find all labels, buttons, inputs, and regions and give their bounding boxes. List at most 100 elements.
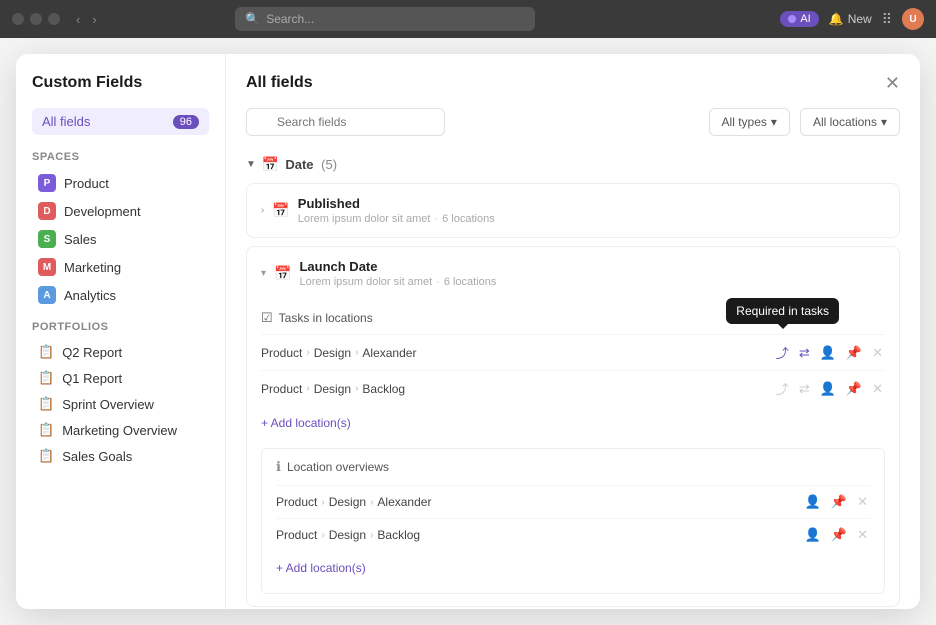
tasks-add-location-button[interactable]: + Add location(s) bbox=[261, 410, 351, 436]
path-arrow: › bbox=[370, 530, 373, 541]
user-icon[interactable]: 👤 bbox=[803, 492, 823, 512]
marketing-space-icon: M bbox=[38, 258, 56, 276]
pin-icon[interactable]: 📌 bbox=[844, 379, 864, 399]
new-label: New bbox=[848, 12, 872, 26]
sidebar-item-q1-report[interactable]: 📋 Q1 Report bbox=[32, 365, 209, 391]
panel-title: All fields bbox=[246, 74, 313, 92]
calendar-icon: 📅 bbox=[262, 156, 279, 173]
sidebar-item-analytics[interactable]: A Analytics bbox=[32, 281, 209, 309]
path-arrow: › bbox=[306, 347, 309, 358]
remove-icon[interactable]: ✕ bbox=[855, 492, 870, 512]
portfolios-label: Portfolios bbox=[32, 321, 209, 333]
tasks-in-locations-body: ☑ Tasks in locations Required in tasks P… bbox=[247, 300, 899, 448]
chevron-down-icon: ▾ bbox=[881, 115, 887, 129]
launch-date-field-name: Launch Date bbox=[299, 259, 885, 274]
pin-icon[interactable]: 📌 bbox=[844, 343, 864, 363]
nav-arrows: ‹ › bbox=[72, 10, 101, 29]
external-link-icon[interactable]: ⤴ bbox=[774, 377, 791, 400]
sidebar-item-development[interactable]: D Development bbox=[32, 197, 209, 225]
traffic-lights bbox=[12, 13, 60, 25]
user-icon[interactable]: 👤 bbox=[818, 343, 838, 363]
location-overviews-label: Location overviews bbox=[287, 460, 389, 474]
link-icon[interactable]: ⇄ bbox=[797, 343, 812, 363]
sidebar-item-marketing[interactable]: M Marketing bbox=[32, 253, 209, 281]
path-arrow: › bbox=[355, 347, 358, 358]
tasks-location-path-2: Product › Design › Backlog bbox=[261, 382, 774, 396]
chevron-down-icon: ▾ bbox=[771, 115, 777, 129]
ai-label: AI bbox=[800, 13, 810, 25]
forward-arrow[interactable]: › bbox=[88, 10, 100, 29]
field-search-input[interactable] bbox=[246, 108, 445, 136]
date-section-header[interactable]: ▼ 📅 Date (5) bbox=[246, 152, 900, 177]
global-search[interactable]: 🔍 Search... bbox=[235, 7, 535, 31]
all-fields-count: 96 bbox=[173, 115, 199, 129]
published-calendar-icon: 📅 bbox=[272, 202, 289, 219]
avatar[interactable]: U bbox=[902, 8, 924, 30]
panel: All fields ✕ 🔍 All types ▾ All locations… bbox=[226, 54, 920, 609]
location-filter-button[interactable]: All locations ▾ bbox=[800, 108, 900, 136]
titlebar: ‹ › 🔍 Search... AI 🔔 New ⠿ U bbox=[0, 0, 936, 38]
development-label: Development bbox=[64, 204, 141, 219]
sales-label: Sales bbox=[64, 232, 97, 247]
sales-space-icon: S bbox=[38, 230, 56, 248]
user-icon[interactable]: 👤 bbox=[803, 525, 823, 545]
sidebar-item-sales[interactable]: S Sales bbox=[32, 225, 209, 253]
tasks-location-row-1: Product › Design › Alexander ⤴ ⇄ 👤 📌 bbox=[261, 334, 885, 370]
published-chevron-icon: › bbox=[261, 205, 264, 216]
tasks-location-row-2: Product › Design › Backlog ⤴ ⇄ 👤 📌 bbox=[261, 370, 885, 406]
overview-location-actions-2: 👤 📌 ✕ bbox=[803, 525, 870, 545]
product-space-icon: P bbox=[38, 174, 56, 192]
overviews-add-location-button[interactable]: + Add location(s) bbox=[276, 555, 366, 581]
overview-location-path-2: Product › Design › Backlog bbox=[276, 528, 803, 542]
date-section: ▼ 📅 Date (5) › 📅 Published bbox=[246, 152, 900, 607]
modal-wrapper: Custom Fields All fields 96 Spaces P Pro… bbox=[16, 54, 920, 609]
sidebar-item-marketing-overview[interactable]: 📋 Marketing Overview bbox=[32, 417, 209, 443]
sidebar-title: Custom Fields bbox=[32, 74, 209, 92]
check-icon: ☑ bbox=[261, 310, 273, 326]
minimize-traffic-light[interactable] bbox=[30, 13, 42, 25]
grid-icon[interactable]: ⠿ bbox=[882, 11, 892, 28]
sidebar-item-q2-report[interactable]: 📋 Q2 Report bbox=[32, 339, 209, 365]
location-overviews-header[interactable]: ℹ Location overviews bbox=[262, 449, 884, 485]
launch-date-field-meta: Lorem ipsum dolor sit amet · 6 locations bbox=[299, 276, 885, 288]
new-button[interactable]: 🔔 New bbox=[829, 12, 872, 26]
remove-icon[interactable]: ✕ bbox=[870, 343, 885, 363]
sidebar: Custom Fields All fields 96 Spaces P Pro… bbox=[16, 54, 226, 609]
portfolio-icon: 📋 bbox=[38, 370, 54, 386]
maximize-traffic-light[interactable] bbox=[48, 13, 60, 25]
sprint-overview-label: Sprint Overview bbox=[62, 397, 154, 412]
ai-badge[interactable]: AI bbox=[780, 11, 818, 27]
published-field-header[interactable]: › 📅 Published Lorem ipsum dolor sit amet… bbox=[247, 184, 899, 237]
path-arrow: › bbox=[355, 383, 358, 394]
q1-report-label: Q1 Report bbox=[62, 371, 122, 386]
external-link-icon[interactable]: ⤴ bbox=[774, 341, 791, 364]
location-filter-label: All locations bbox=[813, 115, 877, 129]
type-filter-label: All types bbox=[722, 115, 767, 129]
close-button[interactable]: ✕ bbox=[885, 74, 900, 92]
remove-icon[interactable]: ✕ bbox=[855, 525, 870, 545]
path-arrow: › bbox=[321, 497, 324, 508]
back-arrow[interactable]: ‹ bbox=[72, 10, 84, 29]
all-fields-button[interactable]: All fields 96 bbox=[32, 108, 209, 135]
portfolio-icon: 📋 bbox=[38, 344, 54, 360]
filters-row: 🔍 All types ▾ All locations ▾ bbox=[246, 108, 900, 136]
launch-date-field-header[interactable]: ▾ 📅 Launch Date Lorem ipsum dolor sit am… bbox=[247, 247, 899, 300]
tasks-location-actions-2: ⤴ ⇄ 👤 📌 ✕ bbox=[774, 377, 885, 400]
q2-report-label: Q2 Report bbox=[62, 345, 122, 360]
pin-icon[interactable]: 📌 bbox=[829, 525, 849, 545]
location-overviews-body: Product › Design › Alexander 👤 📌 ✕ bbox=[262, 485, 884, 593]
remove-icon[interactable]: ✕ bbox=[870, 379, 885, 399]
sidebar-item-product[interactable]: P Product bbox=[32, 169, 209, 197]
overview-location-row-2: Product › Design › Backlog 👤 📌 ✕ bbox=[276, 518, 870, 551]
product-label: Product bbox=[64, 176, 109, 191]
close-traffic-light[interactable] bbox=[12, 13, 24, 25]
portfolio-icon: 📋 bbox=[38, 448, 54, 464]
type-filter-button[interactable]: All types ▾ bbox=[709, 108, 790, 136]
sidebar-item-sprint-overview[interactable]: 📋 Sprint Overview bbox=[32, 391, 209, 417]
all-fields-label: All fields bbox=[42, 114, 90, 129]
link-icon[interactable]: ⇄ bbox=[797, 379, 812, 399]
user-icon[interactable]: 👤 bbox=[818, 379, 838, 399]
launch-date-calendar-icon: 📅 bbox=[274, 265, 291, 282]
sidebar-item-sales-goals[interactable]: 📋 Sales Goals bbox=[32, 443, 209, 469]
pin-icon[interactable]: 📌 bbox=[829, 492, 849, 512]
